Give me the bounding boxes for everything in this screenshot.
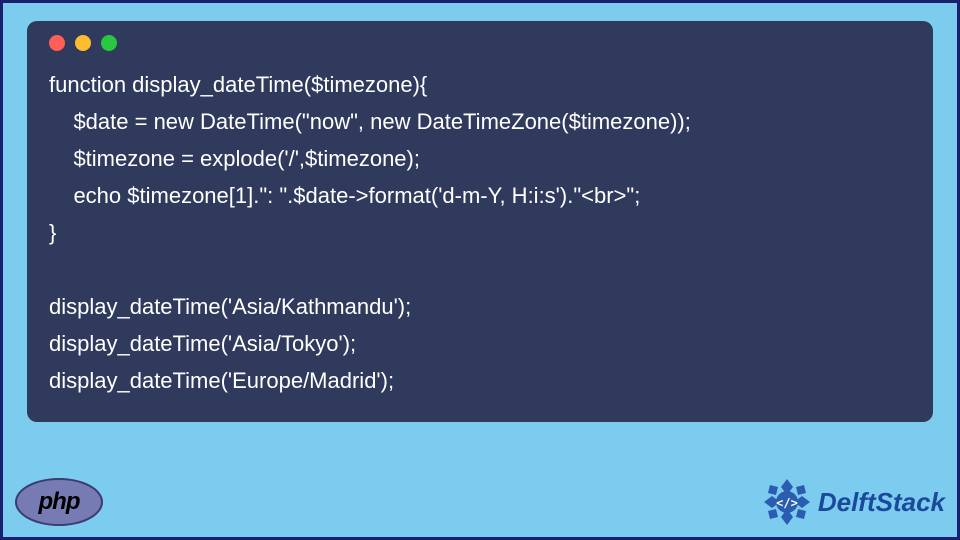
php-logo-text: php	[39, 488, 80, 516]
close-icon	[49, 35, 65, 51]
footer: php </> DelftStack	[15, 477, 945, 527]
maximize-icon	[101, 35, 117, 51]
code-window: function display_dateTime($timezone){ $d…	[27, 21, 933, 422]
code-block: function display_dateTime($timezone){ $d…	[49, 67, 911, 400]
brand: </> DelftStack	[762, 477, 945, 527]
brand-text: DelftStack	[818, 487, 945, 518]
svg-text:</>: </>	[776, 496, 798, 510]
minimize-icon	[75, 35, 91, 51]
php-logo: php	[15, 478, 103, 526]
brand-icon: </>	[762, 477, 812, 527]
window-controls	[49, 35, 911, 51]
